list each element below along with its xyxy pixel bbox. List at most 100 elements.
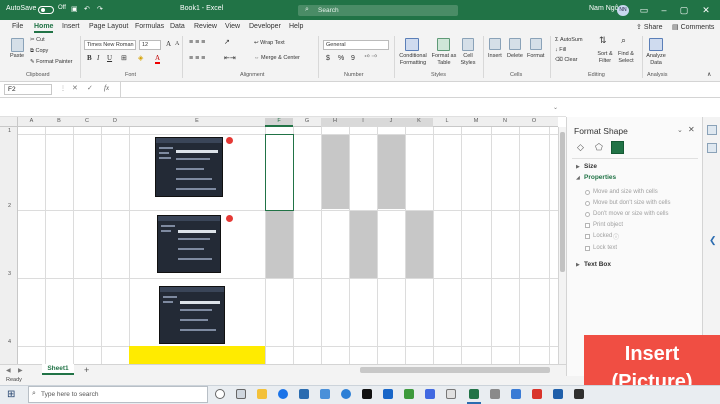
find-select-icon[interactable]: ⌕ — [621, 36, 626, 45]
gray-cell[interactable] — [322, 135, 349, 209]
indent-icons[interactable]: ⇤⇥ — [224, 55, 236, 62]
properties-section[interactable]: Properties — [584, 174, 616, 181]
horizontal-align-icons[interactable]: ≡≡≡ — [189, 55, 207, 62]
radio-move-no-size[interactable] — [585, 201, 590, 206]
delete-cells-icon[interactable] — [509, 38, 521, 50]
autosum-button[interactable]: Σ AutoSum — [555, 37, 583, 44]
format-cells-icon[interactable] — [530, 38, 542, 50]
fill-color-icon[interactable]: ◈ — [138, 55, 143, 62]
radio-no-move[interactable] — [585, 212, 590, 217]
paste-icon[interactable] — [11, 38, 24, 52]
sheet-tab[interactable]: Sheet1 — [42, 364, 74, 375]
undo-icon[interactable]: ↶ — [84, 5, 90, 13]
task-view-icon[interactable] — [236, 389, 246, 399]
column-header[interactable]: J — [377, 118, 405, 127]
pane-close-icon[interactable]: ✕ — [688, 125, 695, 134]
currency-button[interactable]: $ — [326, 55, 330, 62]
pane-options-icon[interactable]: ⌄ — [677, 126, 683, 134]
format-table-icon[interactable] — [437, 38, 450, 51]
font-size-select[interactable]: 12 — [139, 40, 161, 50]
inserted-picture[interactable] — [159, 286, 225, 344]
expand-formula-icon[interactable]: ⌄ — [553, 104, 558, 111]
size-section[interactable]: Size — [584, 163, 597, 170]
radio-move-size[interactable] — [585, 190, 590, 195]
comma-button[interactable]: 9 — [351, 55, 355, 62]
expand-pane-icon[interactable]: ❮ — [709, 235, 717, 246]
cell-styles-label[interactable]: Cell Styles — [458, 53, 478, 67]
shrink-font-button[interactable]: A — [175, 41, 179, 47]
vertical-align-icons[interactable]: ≡≡≡ — [189, 39, 207, 46]
size-properties-icon[interactable] — [611, 141, 624, 154]
gray-cell[interactable] — [378, 135, 405, 209]
sort-filter-icon[interactable]: ⇅ — [599, 36, 607, 45]
find-select-label[interactable]: Find & Select — [614, 51, 638, 65]
insert-cells-label[interactable]: Insert — [488, 53, 502, 60]
tab-developer[interactable]: Developer — [249, 23, 281, 30]
delete-cells-label[interactable]: Delete — [507, 53, 523, 60]
close-icon[interactable]: ✕ — [697, 3, 715, 17]
alt-text-icon[interactable] — [707, 143, 717, 153]
row-header[interactable]: 3 — [8, 271, 11, 277]
grow-font-button[interactable]: A — [166, 40, 171, 48]
cancel-icon[interactable]: ✕ — [72, 84, 78, 92]
save-icon[interactable]: ▣ — [71, 5, 78, 13]
windows-start-icon[interactable]: ⊞ — [7, 389, 15, 400]
paste-label[interactable]: Paste — [10, 53, 24, 60]
bold-button[interactable]: B — [87, 54, 92, 62]
minimize-icon[interactable]: – — [655, 3, 673, 17]
column-header[interactable]: L — [433, 118, 461, 124]
column-header[interactable]: N — [491, 118, 519, 124]
file-explorer-icon[interactable] — [257, 389, 267, 399]
row-header[interactable]: 2 — [8, 203, 11, 209]
format-pane-icon[interactable] — [707, 125, 717, 135]
tab-view[interactable]: View — [225, 23, 240, 30]
checkbox-locked[interactable] — [585, 234, 590, 239]
insert-cells-icon[interactable] — [489, 38, 501, 50]
analyze-data-label[interactable]: Analyze Data — [646, 53, 666, 67]
number-format-select[interactable]: General — [323, 40, 389, 50]
edge-icon[interactable] — [341, 389, 351, 399]
borders-icon[interactable]: ⊞ — [121, 55, 127, 62]
app-icon[interactable] — [490, 389, 500, 399]
gray-cell[interactable] — [266, 211, 293, 278]
taskbar-search[interactable]: ⌕ Type here to search — [28, 386, 208, 403]
app-icon[interactable] — [511, 389, 521, 399]
next-sheet-icon[interactable]: ▶ — [18, 367, 23, 374]
enter-icon[interactable]: ✓ — [87, 84, 93, 92]
column-header[interactable]: M — [461, 118, 491, 124]
tab-home[interactable]: Home — [34, 23, 54, 33]
app-icon[interactable] — [553, 389, 563, 399]
font-color-button[interactable]: A — [155, 54, 161, 64]
column-header[interactable]: E — [129, 118, 265, 124]
column-header[interactable]: C — [73, 118, 101, 124]
checkbox-print-object[interactable] — [585, 223, 590, 228]
select-all-button[interactable] — [0, 117, 18, 127]
orientation-icon[interactable]: ↗ — [224, 39, 230, 46]
cortana-icon[interactable] — [215, 389, 225, 399]
row-header[interactable]: 1 — [8, 128, 11, 134]
clear-button[interactable]: ⌫ Clear — [555, 57, 577, 64]
app-icon[interactable] — [404, 389, 414, 399]
column-header[interactable]: G — [293, 118, 321, 124]
app-icon[interactable] — [446, 389, 456, 399]
underline-button[interactable]: U — [107, 54, 112, 62]
decimal-icons[interactable]: ⁺⁰ ⁻⁰ — [364, 55, 377, 62]
insert-function-button[interactable]: fx — [104, 84, 109, 92]
column-header-selected[interactable]: F — [265, 118, 293, 127]
analyze-data-icon[interactable] — [649, 38, 663, 51]
mail-icon[interactable] — [320, 389, 330, 399]
vertical-scroll-thumb[interactable] — [560, 132, 565, 272]
column-header[interactable]: O — [519, 118, 549, 124]
share-button[interactable]: ⇪ Share — [636, 23, 663, 31]
fill-button[interactable]: ↓ Fill — [555, 47, 566, 54]
column-header[interactable]: B — [45, 118, 73, 124]
store-icon[interactable] — [299, 389, 309, 399]
name-box[interactable]: F2 — [4, 84, 52, 95]
conditional-formatting-label[interactable]: Conditional Formatting — [398, 53, 428, 67]
add-sheet-button[interactable]: + — [84, 365, 89, 375]
column-header[interactable]: K — [405, 118, 433, 127]
text-box-section[interactable]: Text Box — [584, 261, 611, 268]
app-icon[interactable] — [425, 389, 435, 399]
conditional-formatting-icon[interactable] — [405, 38, 419, 51]
tab-page-layout[interactable]: Page Layout — [89, 23, 128, 30]
